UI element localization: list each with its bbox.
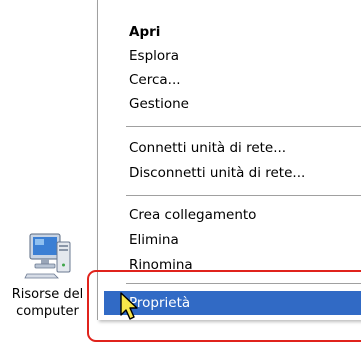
- menu-separator: [126, 126, 361, 127]
- menu-item-gestione[interactable]: Gestione: [104, 92, 361, 116]
- menu-item-disconnetti-unita-di-rete[interactable]: Disconnetti unità di rete...: [104, 161, 361, 185]
- desktop-shortcut-risorse-del-computer[interactable]: Risorse del computer: [0, 226, 95, 326]
- menu-separator: [126, 195, 361, 196]
- menu-item-esplora[interactable]: Esplora: [104, 44, 361, 68]
- desktop-screen: Risorse del computer Apri Esplora Cerca.…: [0, 0, 361, 344]
- menu-item-crea-collegamento[interactable]: Crea collegamento: [104, 203, 361, 227]
- menu-item-rinomina[interactable]: Rinomina: [104, 253, 361, 277]
- mouse-pointer-icon: [120, 292, 138, 320]
- menu-item-apri[interactable]: Apri: [104, 20, 361, 44]
- menu-item-cerca[interactable]: Cerca...: [104, 68, 361, 92]
- menu-item-connetti-unita-di-rete[interactable]: Connetti unità di rete...: [104, 136, 361, 160]
- desktop-shortcut-label-line1: Risorse del: [11, 287, 84, 302]
- context-menu: Apri Esplora Cerca... Gestione Connetti …: [97, 0, 361, 320]
- desktop-shortcut-label: Risorse del computer: [0, 286, 95, 320]
- my-computer-icon: [24, 233, 71, 279]
- menu-separator: [126, 283, 361, 284]
- menu-item-elimina[interactable]: Elimina: [104, 228, 361, 252]
- desktop-shortcut-label-line2: computer: [16, 304, 79, 319]
